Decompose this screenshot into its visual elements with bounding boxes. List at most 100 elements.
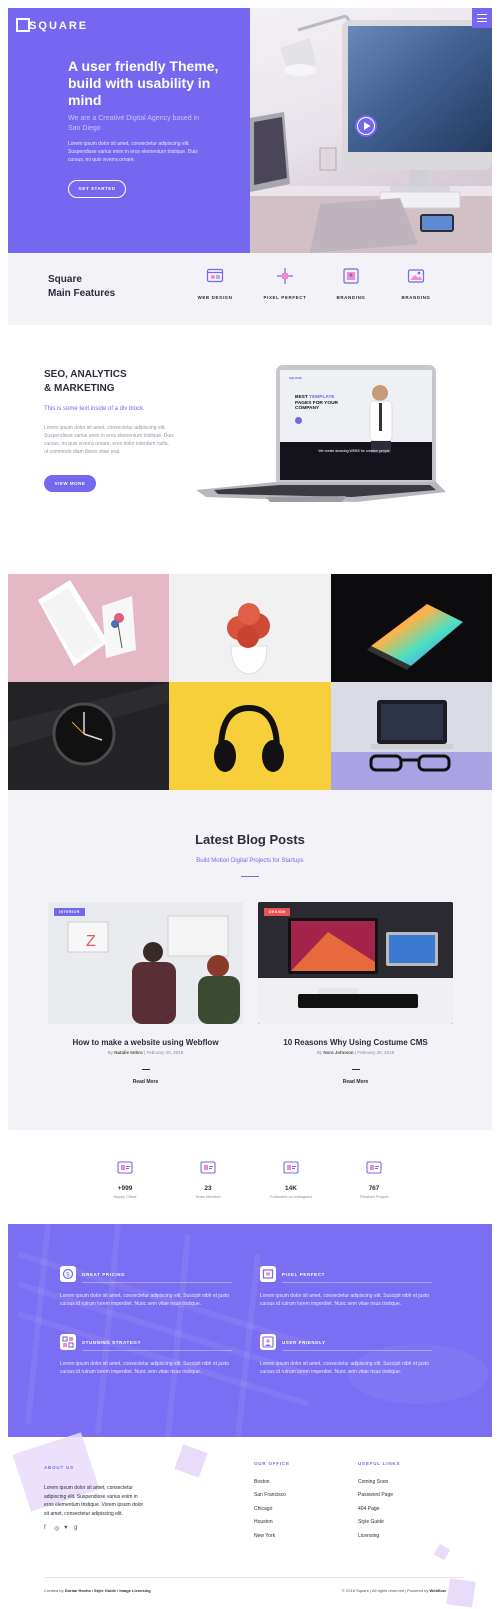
pixel-perfect-icon bbox=[277, 268, 293, 284]
branding-icon bbox=[343, 268, 359, 284]
benefit-title: PIXEL PERFECT bbox=[282, 1272, 325, 1277]
read-more-link[interactable]: Read More bbox=[258, 1079, 453, 1085]
hero-section: SQUARE A user friendly Theme, build with… bbox=[8, 8, 492, 253]
hamburger-icon[interactable] bbox=[472, 8, 492, 28]
seo-body: Lorem ipsum dolor sit amet, consectetur … bbox=[44, 425, 174, 455]
decor-shape bbox=[433, 1543, 451, 1561]
feature-branding[interactable]: BRANDING bbox=[321, 267, 381, 300]
post-author[interactable]: Nora Johnson bbox=[323, 1050, 353, 1055]
id-card-icon bbox=[117, 1161, 133, 1174]
hero-body: Lorem ipsum dolor sit amet, consectetur … bbox=[68, 141, 198, 163]
laptop-play-dot bbox=[295, 417, 302, 424]
benefit-rule bbox=[282, 1350, 432, 1351]
seo-title-line1: SEO, ANALYTICS bbox=[44, 369, 127, 380]
gallery-notebook-flowers[interactable] bbox=[8, 574, 170, 682]
gallery-watch[interactable] bbox=[8, 682, 170, 790]
post-meta: By Natalie Imbro | February 20, 2018 bbox=[48, 1050, 243, 1055]
office-link[interactable]: San Francisco bbox=[254, 1492, 286, 1498]
benefits-band: $ GREAT PRICING Lorem ipsum dolor sit am… bbox=[8, 1224, 492, 1437]
seo-title-line2: & MARKETING bbox=[44, 383, 115, 394]
laptop-headline-b: TEMPLATE bbox=[309, 395, 335, 400]
view-more-button[interactable]: VIEW MORE bbox=[44, 475, 96, 492]
web-design-icon bbox=[206, 268, 224, 283]
laptop-screen-logo: SQUARE bbox=[289, 376, 302, 380]
benefit-body: Lorem ipsum dolor sit amet, consectetur … bbox=[260, 1293, 429, 1307]
svg-text:Z: Z bbox=[86, 933, 96, 950]
image-branding-icon bbox=[407, 269, 425, 283]
blog-card[interactable]: Z INTERIOR How to make a website using W… bbox=[48, 902, 243, 1085]
pixel-icon bbox=[260, 1266, 276, 1282]
laptop-screen-headline: BEST TEMPLATE PAGES FOR YOUR COMPANY bbox=[295, 395, 355, 412]
decor-shape bbox=[446, 1578, 476, 1608]
stat-number: 23 bbox=[204, 1185, 212, 1192]
powered-by-link[interactable]: Webflow bbox=[430, 1588, 446, 1593]
brand-logo[interactable]: SQUARE bbox=[16, 18, 88, 32]
blog-card[interactable]: DESIGN 10 Reasons Why Using Costume CMS … bbox=[258, 902, 453, 1085]
gallery-rainbow-laptop[interactable] bbox=[330, 574, 492, 682]
feature-branding-2[interactable]: BRANDING bbox=[386, 267, 446, 300]
gallery-glasses-laptop[interactable] bbox=[330, 682, 492, 790]
blog-subtitle: Build Motion Digital Projects for Startu… bbox=[196, 858, 304, 864]
id-card-icon bbox=[283, 1161, 299, 1174]
post-meta: By Nora Johnson | February 20, 2018 bbox=[258, 1050, 453, 1055]
credit-author-link[interactable]: Dorian Hoxha bbox=[65, 1588, 91, 1593]
social-twitter-icon[interactable]: ♥ bbox=[64, 1525, 68, 1531]
features-title: Square Main Features bbox=[48, 273, 115, 301]
useful-link[interactable]: Coming Soon bbox=[358, 1479, 388, 1485]
credit-links[interactable]: / Style Guide / Image Licensing bbox=[91, 1588, 151, 1593]
seo-title: SEO, ANALYTICS & MARKETING bbox=[44, 368, 127, 396]
feature-pixel-perfect[interactable]: PIXEL PERFECT bbox=[255, 267, 315, 300]
post-title[interactable]: 10 Reasons Why Using Costume CMS bbox=[258, 1038, 453, 1047]
stat-label: Team Member bbox=[195, 1194, 221, 1199]
laptop-screen-bar-text: We create amazing WEBS for creative peop… bbox=[318, 449, 390, 453]
benefit-body: Lorem ipsum dolor sit amet, consectetur … bbox=[60, 1293, 229, 1307]
post-tag[interactable]: DESIGN bbox=[264, 908, 291, 916]
office-link[interactable]: New York bbox=[254, 1533, 275, 1539]
stat-number: 767 bbox=[368, 1185, 380, 1192]
office-link[interactable]: Chicago bbox=[254, 1506, 272, 1512]
footer-links-heading: USEFUL LINKS bbox=[358, 1461, 401, 1466]
logo-text: SQUARE bbox=[29, 20, 89, 32]
get-started-button[interactable]: GET STARTED bbox=[68, 180, 126, 198]
social-google-icon[interactable]: g bbox=[74, 1525, 77, 1531]
post-tag[interactable]: INTERIOR bbox=[54, 908, 85, 916]
blog-card-image[interactable]: Z INTERIOR bbox=[48, 902, 243, 1024]
read-more-link[interactable]: Read More bbox=[48, 1079, 243, 1085]
useful-link[interactable]: Licensing bbox=[358, 1533, 379, 1539]
user-icon bbox=[260, 1334, 276, 1350]
benefit-title: STUNNING STRATEGY bbox=[82, 1340, 142, 1345]
post-author[interactable]: Natalie Imbro bbox=[114, 1050, 143, 1055]
social-instagram-icon[interactable]: ◎ bbox=[54, 1525, 59, 1532]
useful-link[interactable]: Password Page bbox=[358, 1492, 393, 1498]
footer-divider bbox=[44, 1577, 464, 1578]
play-icon[interactable] bbox=[355, 115, 377, 137]
blog-section: Latest Blog Posts Build Motion Digital P… bbox=[8, 790, 492, 1130]
pricing-icon: $ bbox=[60, 1266, 76, 1282]
blog-title: Latest Blog Posts bbox=[195, 832, 305, 847]
useful-link[interactable]: 404 Page bbox=[358, 1506, 379, 1512]
benefit-body: Lorem ipsum dolor sit amet, consectetur … bbox=[260, 1361, 429, 1375]
logo-square-mark bbox=[16, 18, 30, 32]
social-facebook-icon[interactable]: f bbox=[44, 1525, 46, 1531]
office-link[interactable]: Houston bbox=[254, 1519, 273, 1525]
footer-copyright: © 2018 Square | All rights reserved | Po… bbox=[342, 1588, 446, 1593]
stat-finished-project: 767 Finished Project bbox=[339, 1160, 409, 1199]
office-link[interactable]: Boston bbox=[254, 1479, 270, 1485]
feature-web-design[interactable]: WEB DESIGN bbox=[185, 267, 245, 300]
blog-card-image[interactable]: DESIGN bbox=[258, 902, 453, 1024]
useful-link[interactable]: Style Guide bbox=[358, 1519, 384, 1525]
benefit-body: Lorem ipsum dolor sit amet, consectetur … bbox=[60, 1361, 229, 1375]
post-date: | February 20, 2018 bbox=[142, 1050, 184, 1055]
footer-about-heading: ABOUT US bbox=[44, 1465, 74, 1470]
benefit-rule bbox=[82, 1350, 232, 1351]
stat-label: Happy Client bbox=[113, 1194, 137, 1199]
stat-team-member: 23 Team Member bbox=[173, 1160, 243, 1199]
benefit-rule bbox=[82, 1282, 232, 1283]
footer-about-text: Lorem ipsum dolor sit amet, consectetur … bbox=[44, 1485, 144, 1517]
gallery-headphones[interactable] bbox=[169, 682, 331, 790]
post-title[interactable]: How to make a website using Webflow bbox=[48, 1038, 243, 1047]
gallery-cactus[interactable] bbox=[169, 574, 331, 682]
stat-instagram: 14K Followers on Instagram bbox=[256, 1160, 326, 1199]
post-date: | February 20, 2018 bbox=[353, 1050, 395, 1055]
hero-title: A user friendly Theme, build with usabil… bbox=[68, 58, 219, 108]
